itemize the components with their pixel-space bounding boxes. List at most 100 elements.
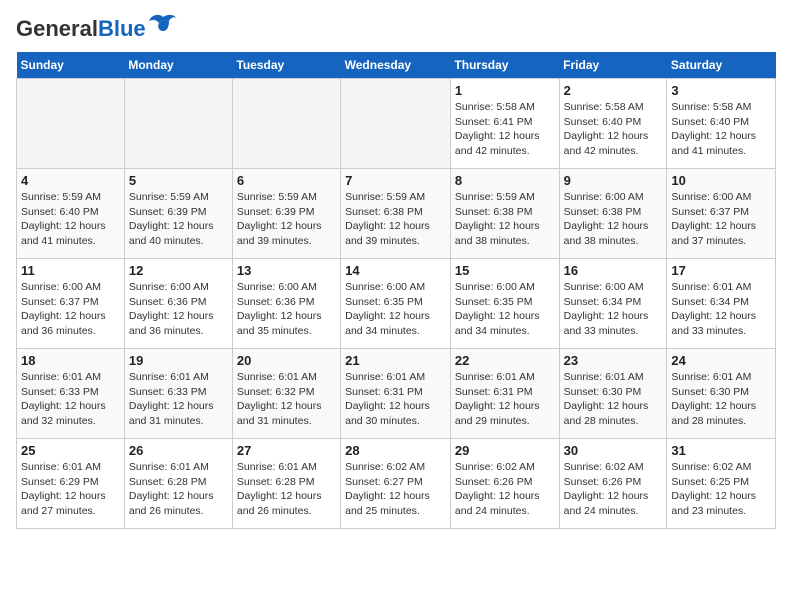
day-number: 2 [564, 83, 663, 98]
calendar-table: SundayMondayTuesdayWednesdayThursdayFrid… [16, 52, 776, 529]
calendar-cell: 29 Sunrise: 6:02 AM Sunset: 6:26 PM Dayli… [450, 439, 559, 529]
day-number: 31 [671, 443, 771, 458]
day-info: Sunrise: 6:00 AM Sunset: 6:35 PM Dayligh… [455, 280, 555, 339]
day-number: 1 [455, 83, 555, 98]
day-info: Sunrise: 5:59 AM Sunset: 6:40 PM Dayligh… [21, 190, 120, 249]
day-number: 28 [345, 443, 446, 458]
calendar-cell: 24Sunrise: 6:01 AM Sunset: 6:30 PM Dayli… [667, 349, 776, 439]
day-info: Sunrise: 6:01 AM Sunset: 6:33 PM Dayligh… [129, 370, 228, 429]
day-info: Sunrise: 6:01 AM Sunset: 6:28 PM Dayligh… [237, 460, 336, 519]
calendar-week-row: 25 Sunrise: 6:01 AM Sunset: 6:29 PM Dayli… [17, 439, 776, 529]
day-info: Sunrise: 6:00 AM Sunset: 6:37 PM Dayligh… [671, 190, 771, 249]
calendar-header-row: SundayMondayTuesdayWednesdayThursdayFrid… [17, 52, 776, 79]
day-info: Sunrise: 6:02 AM Sunset: 6:26 PM Dayligh… [564, 460, 663, 519]
day-info: Sunrise: 5:59 AM Sunset: 6:38 PM Dayligh… [455, 190, 555, 249]
calendar-cell: 22 Sunrise: 6:01 AM Sunset: 6:31 PM Dayli… [450, 349, 559, 439]
day-number: 12 [129, 263, 228, 278]
header-friday: Friday [559, 52, 667, 79]
header-wednesday: Wednesday [341, 52, 451, 79]
calendar-cell: 17 Sunrise: 6:01 AM Sunset: 6:34 PM Dayli… [667, 259, 776, 349]
header-sunday: Sunday [17, 52, 125, 79]
day-info: Sunrise: 6:02 AM Sunset: 6:26 PM Dayligh… [455, 460, 555, 519]
day-number: 16 [564, 263, 663, 278]
header-monday: Monday [124, 52, 232, 79]
day-number: 5 [129, 173, 228, 188]
calendar-cell [124, 79, 232, 169]
calendar-cell: 14 Sunrise: 6:00 AM Sunset: 6:35 PM Dayli… [341, 259, 451, 349]
calendar-cell: 19 Sunrise: 6:01 AM Sunset: 6:33 PM Dayli… [124, 349, 232, 439]
calendar-cell: 1 Sunrise: 5:58 AM Sunset: 6:41 PM Daylig… [450, 79, 559, 169]
day-info: Sunrise: 6:02 AM Sunset: 6:25 PM Dayligh… [671, 460, 771, 519]
day-number: 7 [345, 173, 446, 188]
day-info: Sunrise: 6:01 AM Sunset: 6:31 PM Dayligh… [455, 370, 555, 429]
header-thursday: Thursday [450, 52, 559, 79]
day-number: 18 [21, 353, 120, 368]
page-header: GeneralBlue [16, 16, 776, 42]
day-info: Sunrise: 5:58 AM Sunset: 6:40 PM Dayligh… [564, 100, 663, 159]
day-number: 9 [564, 173, 663, 188]
day-info: Sunrise: 6:00 AM Sunset: 6:38 PM Dayligh… [564, 190, 663, 249]
calendar-cell: 9 Sunrise: 6:00 AM Sunset: 6:38 PM Daylig… [559, 169, 667, 259]
logo-general: General [16, 16, 98, 41]
day-info: Sunrise: 6:00 AM Sunset: 6:34 PM Dayligh… [564, 280, 663, 339]
day-number: 23 [564, 353, 663, 368]
day-info: Sunrise: 5:59 AM Sunset: 6:39 PM Dayligh… [237, 190, 336, 249]
calendar-cell: 30 Sunrise: 6:02 AM Sunset: 6:26 PM Dayli… [559, 439, 667, 529]
logo-blue: Blue [98, 16, 146, 41]
day-number: 22 [455, 353, 555, 368]
day-number: 21 [345, 353, 446, 368]
calendar-cell: 25 Sunrise: 6:01 AM Sunset: 6:29 PM Dayli… [17, 439, 125, 529]
calendar-cell: 8 Sunrise: 5:59 AM Sunset: 6:38 PM Daylig… [450, 169, 559, 259]
calendar-cell: 23 Sunrise: 6:01 AM Sunset: 6:30 PM Dayli… [559, 349, 667, 439]
day-number: 3 [671, 83, 771, 98]
day-number: 27 [237, 443, 336, 458]
calendar-cell [232, 79, 340, 169]
day-number: 19 [129, 353, 228, 368]
day-info: Sunrise: 6:01 AM Sunset: 6:34 PM Dayligh… [671, 280, 771, 339]
day-info: Sunrise: 6:01 AM Sunset: 6:29 PM Dayligh… [21, 460, 120, 519]
calendar-cell: 6 Sunrise: 5:59 AM Sunset: 6:39 PM Daylig… [232, 169, 340, 259]
day-info: Sunrise: 5:58 AM Sunset: 6:41 PM Dayligh… [455, 100, 555, 159]
day-info: Sunrise: 6:01 AM Sunset: 6:32 PM Dayligh… [237, 370, 336, 429]
calendar-cell: 18 Sunrise: 6:01 AM Sunset: 6:33 PM Dayli… [17, 349, 125, 439]
calendar-cell: 20 Sunrise: 6:01 AM Sunset: 6:32 PM Dayli… [232, 349, 340, 439]
calendar-cell: 13Sunrise: 6:00 AM Sunset: 6:36 PM Dayli… [232, 259, 340, 349]
day-number: 29 [455, 443, 555, 458]
day-info: Sunrise: 5:59 AM Sunset: 6:38 PM Dayligh… [345, 190, 446, 249]
day-number: 20 [237, 353, 336, 368]
day-info: Sunrise: 6:02 AM Sunset: 6:27 PM Dayligh… [345, 460, 446, 519]
day-number: 4 [21, 173, 120, 188]
header-tuesday: Tuesday [232, 52, 340, 79]
calendar-cell: 12 Sunrise: 6:00 AM Sunset: 6:36 PM Dayli… [124, 259, 232, 349]
day-number: 25 [21, 443, 120, 458]
day-number: 15 [455, 263, 555, 278]
day-info: Sunrise: 6:00 AM Sunset: 6:36 PM Dayligh… [237, 280, 336, 339]
day-number: 6 [237, 173, 336, 188]
day-info: Sunrise: 6:00 AM Sunset: 6:36 PM Dayligh… [129, 280, 228, 339]
day-info: Sunrise: 6:01 AM Sunset: 6:33 PM Dayligh… [21, 370, 120, 429]
day-info: Sunrise: 6:01 AM Sunset: 6:28 PM Dayligh… [129, 460, 228, 519]
day-number: 8 [455, 173, 555, 188]
calendar-week-row: 18 Sunrise: 6:01 AM Sunset: 6:33 PM Dayli… [17, 349, 776, 439]
day-info: Sunrise: 6:01 AM Sunset: 6:31 PM Dayligh… [345, 370, 446, 429]
calendar-cell: 5Sunrise: 5:59 AM Sunset: 6:39 PM Daylig… [124, 169, 232, 259]
day-number: 10 [671, 173, 771, 188]
day-number: 11 [21, 263, 120, 278]
calendar-cell: 27 Sunrise: 6:01 AM Sunset: 6:28 PM Dayli… [232, 439, 340, 529]
calendar-cell: 21 Sunrise: 6:01 AM Sunset: 6:31 PM Dayli… [341, 349, 451, 439]
day-info: Sunrise: 6:01 AM Sunset: 6:30 PM Dayligh… [564, 370, 663, 429]
day-info: Sunrise: 6:01 AM Sunset: 6:30 PM Dayligh… [671, 370, 771, 429]
calendar-cell: 28 Sunrise: 6:02 AM Sunset: 6:27 PM Dayli… [341, 439, 451, 529]
calendar-cell: 26Sunrise: 6:01 AM Sunset: 6:28 PM Dayli… [124, 439, 232, 529]
day-number: 14 [345, 263, 446, 278]
day-number: 17 [671, 263, 771, 278]
calendar-cell: 31 Sunrise: 6:02 AM Sunset: 6:25 PM Dayli… [667, 439, 776, 529]
calendar-week-row: 4 Sunrise: 5:59 AM Sunset: 6:40 PM Daylig… [17, 169, 776, 259]
day-info: Sunrise: 6:00 AM Sunset: 6:35 PM Dayligh… [345, 280, 446, 339]
calendar-cell: 3Sunrise: 5:58 AM Sunset: 6:40 PM Daylig… [667, 79, 776, 169]
logo-bird-icon [149, 13, 177, 35]
day-info: Sunrise: 6:00 AM Sunset: 6:37 PM Dayligh… [21, 280, 120, 339]
day-number: 30 [564, 443, 663, 458]
calendar-cell: 4 Sunrise: 5:59 AM Sunset: 6:40 PM Daylig… [17, 169, 125, 259]
calendar-cell: 10 Sunrise: 6:00 AM Sunset: 6:37 PM Dayli… [667, 169, 776, 259]
